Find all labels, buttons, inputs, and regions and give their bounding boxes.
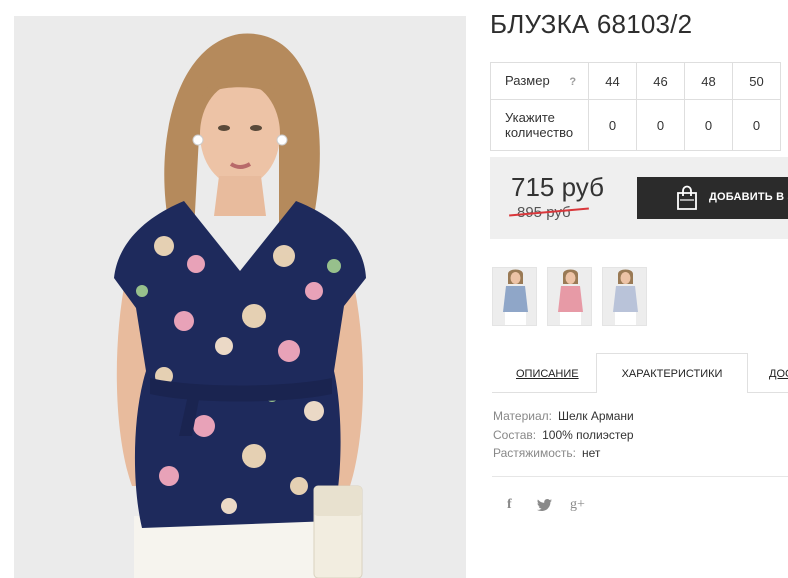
quantity-input-48[interactable]: 0 [684, 99, 733, 151]
product-main-photo[interactable] [14, 16, 466, 578]
quantity-input-44[interactable]: 0 [588, 99, 637, 151]
tab-delivery[interactable]: ДОС [769, 368, 788, 380]
add-to-cart-label: ДОБАВИТЬ В З [709, 191, 788, 203]
tab-description[interactable]: ОПИСАНИЕ [516, 368, 579, 380]
specs-divider [492, 476, 788, 477]
size-48: 48 [684, 62, 733, 100]
spec-composition-value: 100% полиэстер [542, 428, 634, 442]
spec-stretch-value: нет [582, 446, 601, 460]
thumbnail-3[interactable] [602, 267, 647, 326]
size-help-icon[interactable]: ? [569, 75, 576, 90]
size-label: Размер [505, 72, 550, 88]
quantity-row: Укажите количество 0 0 0 0 [490, 99, 781, 151]
quantity-input-46[interactable]: 0 [636, 99, 685, 151]
tab-characteristics[interactable]: ХАРАКТЕРИСТИКИ [596, 353, 748, 393]
quantity-label-line2: количество [505, 125, 574, 140]
size-44: 44 [588, 62, 637, 100]
size-50: 50 [732, 62, 781, 100]
quantity-input-50[interactable]: 0 [732, 99, 781, 151]
price-box: 715 руб 895 руб ДОБАВИТЬ В З [490, 157, 788, 239]
size-row: Размер ? 44 46 48 50 [490, 62, 781, 100]
thumbnail-1[interactable] [492, 267, 537, 326]
size-46: 46 [636, 62, 685, 100]
google-plus-icon[interactable]: g+ [570, 497, 585, 513]
spec-stretch-key: Растяжимость: [493, 446, 577, 460]
thumbnail-2[interactable] [547, 267, 592, 326]
spec-material: Материал: Шелк Армани [493, 409, 634, 423]
model-illustration [14, 16, 466, 578]
facebook-icon[interactable]: f [507, 497, 512, 513]
current-price: 715 руб [511, 172, 604, 202]
size-label-cell: Размер ? [490, 62, 589, 100]
product-title: БЛУЗКА 68103/2 [490, 9, 693, 39]
twitter-icon[interactable] [537, 498, 552, 514]
spec-material-value: Шелк Армани [557, 409, 634, 423]
size-quantity-table: Размер ? 44 46 48 50 Укажите количество … [490, 62, 781, 151]
spec-composition: Состав: 100% полиэстер [493, 428, 634, 442]
add-to-cart-button[interactable]: ДОБАВИТЬ В З [637, 177, 788, 219]
shopping-bag-icon [675, 185, 699, 214]
spec-material-key: Материал: [493, 409, 552, 423]
old-price: 895 руб [509, 204, 589, 221]
spec-composition-key: Состав: [493, 428, 537, 442]
spec-stretch: Растяжимость: нет [493, 446, 600, 460]
quantity-label-line1: Укажите [505, 110, 555, 125]
quantity-label-cell: Укажите количество [490, 99, 589, 151]
